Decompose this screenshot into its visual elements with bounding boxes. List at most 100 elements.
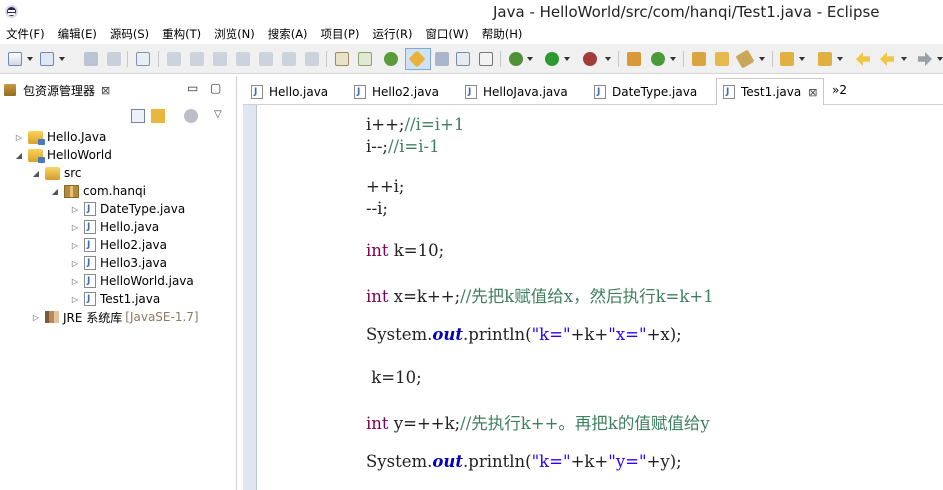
- step-into-icon[interactable]: [259, 52, 273, 66]
- maximize-icon[interactable]: ▢: [210, 81, 221, 95]
- new-java-icon[interactable]: [40, 52, 54, 66]
- minimize-icon[interactable]: ▭: [187, 81, 198, 95]
- menu-window[interactable]: 窗口(W): [425, 26, 468, 42]
- menu-file[interactable]: 文件(F): [6, 26, 45, 42]
- new-class-dropdown-icon[interactable]: [670, 57, 676, 61]
- previous-annotation-dropdown-icon[interactable]: [837, 57, 843, 61]
- focus-icon[interactable]: [184, 109, 198, 123]
- search-icon[interactable]: [735, 49, 755, 69]
- debug-icon[interactable]: [509, 52, 523, 66]
- step-return-icon[interactable]: [305, 52, 319, 66]
- tree-item-src[interactable]: ◢ src: [31, 164, 82, 182]
- eclipse-icon[interactable]: [5, 5, 18, 18]
- external-tools-icon[interactable]: [583, 52, 597, 66]
- view-menu-icon[interactable]: ▽: [214, 109, 222, 120]
- save-icon[interactable]: [84, 52, 98, 66]
- tree-item-hello3-java[interactable]: ▷ Hello3.java: [70, 254, 167, 272]
- code-line[interactable]: System.out.println("k="+k+"y="+y);: [366, 452, 682, 471]
- tree-item-datetype-java[interactable]: ▷ DateType.java: [70, 200, 185, 218]
- code-line[interactable]: k=10;: [366, 368, 421, 387]
- suspend-icon[interactable]: [190, 52, 204, 66]
- tree-item-helloworld-java[interactable]: ▷ HelloWorld.java: [70, 272, 194, 290]
- back-icon[interactable]: [880, 52, 894, 66]
- search-dropdown-icon[interactable]: [759, 57, 765, 61]
- tab-hello2-java[interactable]: Hello2.java: [354, 78, 439, 105]
- new-dropdown-icon[interactable]: [27, 57, 33, 61]
- next-annotation-dropdown-icon[interactable]: [799, 57, 805, 61]
- run-icon[interactable]: [545, 52, 559, 66]
- new-icon[interactable]: [8, 52, 22, 66]
- terminate-icon[interactable]: [213, 52, 227, 66]
- menu-edit[interactable]: 编辑(E): [58, 26, 97, 42]
- menu-navigate[interactable]: 浏览(N): [214, 26, 255, 42]
- forward-dropdown-icon[interactable]: [937, 57, 943, 61]
- collapse-icon[interactable]: ◢: [50, 187, 60, 196]
- expand-icon[interactable]: ▷: [70, 259, 80, 268]
- code-line[interactable]: --i;: [366, 199, 388, 218]
- pilcrow-icon[interactable]: [479, 52, 493, 66]
- tree-item-com-hanqi[interactable]: ◢ com.hanqi: [50, 182, 146, 200]
- close-icon[interactable]: ⊠: [808, 86, 817, 99]
- tab-datetype-java[interactable]: DateType.java: [594, 78, 697, 105]
- run-to-line-icon[interactable]: [384, 52, 398, 66]
- close-icon[interactable]: ⊠: [101, 84, 110, 97]
- last-edit-location-icon[interactable]: [856, 52, 870, 66]
- collapse-icon[interactable]: ◢: [14, 151, 24, 160]
- open-folder-icon[interactable]: [715, 52, 729, 66]
- new-class-icon[interactable]: [651, 52, 665, 66]
- expand-icon[interactable]: ▷: [14, 133, 24, 142]
- debug-dropdown-icon[interactable]: [527, 57, 533, 61]
- new-package-icon[interactable]: [627, 52, 641, 66]
- collapse-all-icon[interactable]: [131, 109, 145, 123]
- code-editor[interactable]: i++;//i=i+1 i--;//i=i-1 ++i; --i; int k=10; i…: [258, 105, 943, 490]
- tree-item-hello-java[interactable]: ▷ Hello.java: [70, 218, 159, 236]
- code-line[interactable]: int x=k++;//先把k赋值给x，然后执行k=k+1: [366, 283, 714, 307]
- open-type-hierarchy-icon[interactable]: [692, 52, 706, 66]
- previous-annotation-icon[interactable]: [818, 52, 832, 66]
- tree-item-helloworld-project[interactable]: ◢ HelloWorld: [14, 146, 112, 164]
- expand-icon[interactable]: ▷: [70, 277, 80, 286]
- save-all-icon[interactable]: [107, 52, 121, 66]
- resume-icon[interactable]: [167, 52, 181, 66]
- menu-search[interactable]: 搜索(A): [268, 26, 308, 42]
- tree-item-test1-java[interactable]: ▷ Test1.java: [70, 290, 160, 308]
- code-line[interactable]: ++i;: [366, 177, 405, 196]
- step-over-icon[interactable]: [282, 52, 296, 66]
- package-explorer-tab[interactable]: 包资源管理器 ⊠: [4, 79, 110, 101]
- link-with-editor-icon[interactable]: [151, 109, 165, 123]
- tab-hellojava-java[interactable]: HelloJava.java: [465, 78, 568, 105]
- open-type-icon[interactable]: [358, 52, 372, 66]
- menu-run[interactable]: 运行(R): [372, 26, 412, 42]
- code-line[interactable]: System.out.println("k="+k+"x="+x);: [366, 325, 682, 344]
- forward-icon[interactable]: [918, 52, 932, 66]
- tree-item-hello2-java[interactable]: ▷ Hello2.java: [70, 236, 167, 254]
- menu-source[interactable]: 源码(S): [110, 26, 149, 42]
- menu-project[interactable]: 项目(P): [321, 26, 360, 42]
- new-java-dropdown-icon[interactable]: [59, 57, 65, 61]
- back-dropdown-icon[interactable]: [901, 57, 907, 61]
- editor-ruler[interactable]: [243, 105, 257, 490]
- expand-icon[interactable]: ▷: [70, 205, 80, 214]
- block-selection-icon[interactable]: [435, 52, 449, 66]
- menu-refactor[interactable]: 重构(T): [162, 26, 201, 42]
- code-line[interactable]: int y=++k;//先执行k++。再把k的值赋值给y: [366, 410, 710, 434]
- tab-hello-java[interactable]: Hello.java: [251, 78, 328, 105]
- tree-item-jre-library[interactable]: ▷ JRE 系统库 [JavaSE-1.7]: [31, 308, 199, 326]
- code-line[interactable]: i++;//i=i+1: [366, 115, 464, 134]
- tab-test1-java[interactable]: Test1.java ⊠: [716, 78, 825, 105]
- menu-help[interactable]: 帮助(H): [482, 26, 523, 42]
- code-line[interactable]: int k=10;: [366, 241, 444, 260]
- use-step-filters-icon[interactable]: [335, 52, 349, 66]
- collapse-icon[interactable]: ◢: [31, 169, 41, 178]
- skip-breakpoints-icon[interactable]: [136, 52, 150, 66]
- code-line[interactable]: i--;//i=i-1: [366, 137, 440, 156]
- disconnect-icon[interactable]: [236, 52, 250, 66]
- tab-overflow-button[interactable]: »2: [832, 83, 847, 97]
- expand-icon[interactable]: ▷: [31, 313, 41, 322]
- tree-item-hello-java-project[interactable]: ▷ Hello.Java: [14, 128, 106, 146]
- external-tools-dropdown-icon[interactable]: [605, 57, 611, 61]
- run-dropdown-icon[interactable]: [564, 57, 570, 61]
- expand-icon[interactable]: ▷: [70, 223, 80, 232]
- expand-icon[interactable]: ▷: [70, 241, 80, 250]
- show-whitespace-icon[interactable]: [456, 52, 470, 66]
